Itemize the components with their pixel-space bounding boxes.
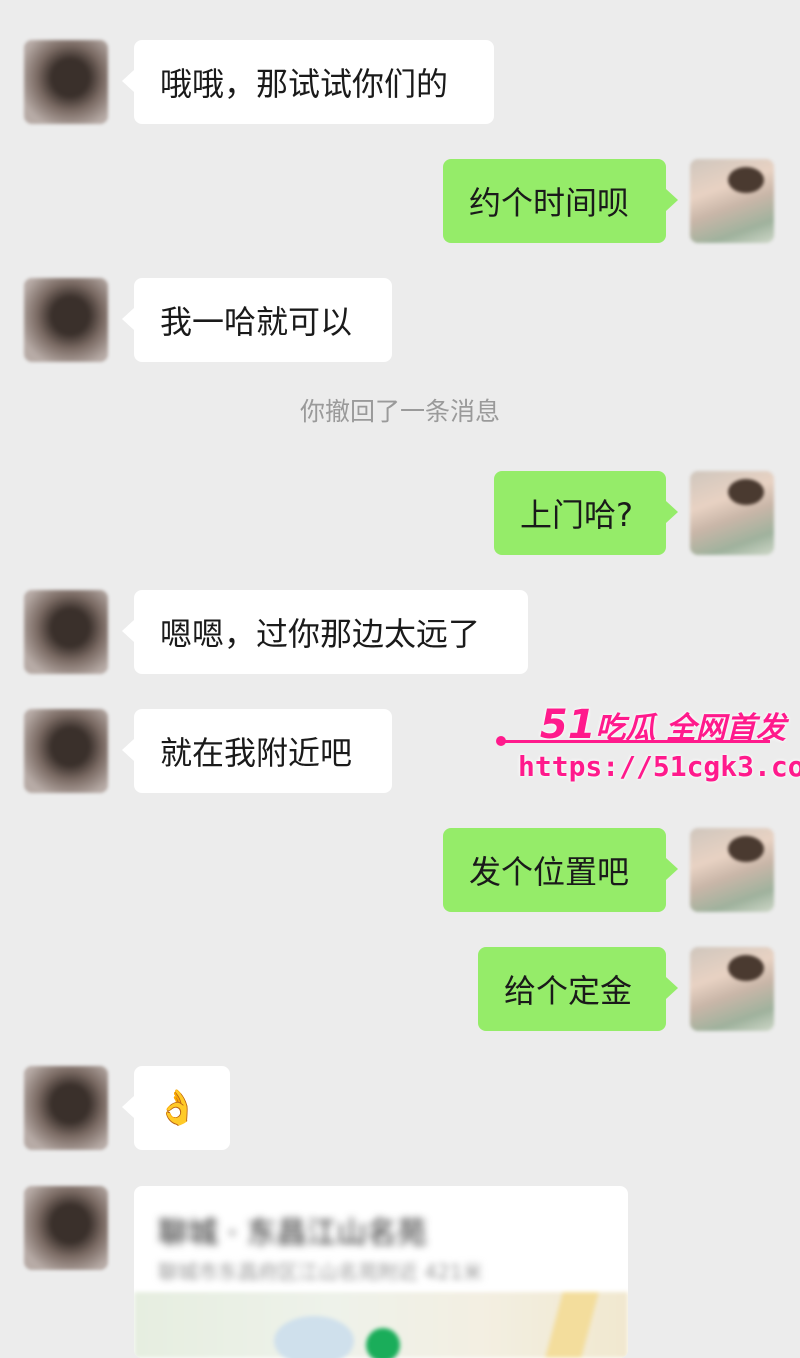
ok-hand-emoji: 👌 <box>156 1088 199 1128</box>
message-text: 嗯嗯，过你那边太远了 <box>160 615 481 653</box>
watermark-url: https://51cgk3.com <box>518 750 800 783</box>
message-bubble-incoming[interactable]: 就在我附近吧 <box>122 709 392 793</box>
contact-avatar[interactable] <box>24 1186 108 1270</box>
message-bubble-outgoing[interactable]: 给个定金 <box>478 947 678 1031</box>
message-text: 就在我附近吧 <box>160 734 353 772</box>
contact-avatar[interactable] <box>24 709 108 793</box>
message-text: 发个位置吧 <box>469 853 630 891</box>
message-bubble-outgoing[interactable]: 发个位置吧 <box>443 828 678 912</box>
my-avatar[interactable] <box>690 471 774 555</box>
message-bubble-incoming[interactable]: 👌 <box>122 1066 230 1150</box>
watermark-divider <box>496 736 770 746</box>
message-bubble-incoming[interactable]: 哦哦，那试试你们的 <box>122 40 494 124</box>
message-bubble-outgoing[interactable]: 上门哈? <box>494 471 678 555</box>
contact-avatar[interactable] <box>24 40 108 124</box>
location-map-preview <box>134 1292 628 1358</box>
location-title: 聊城 · 东昌江山名苑 <box>158 1216 427 1251</box>
message-bubble-outgoing[interactable]: 约个时间呗 <box>443 159 678 243</box>
contact-avatar[interactable] <box>24 1066 108 1150</box>
recall-notice: 你撤回了一条消息 <box>299 397 500 426</box>
message-bubble-incoming[interactable]: 嗯嗯，过你那边太远了 <box>122 590 528 674</box>
message-text: 约个时间呗 <box>469 184 630 222</box>
map-water-area <box>274 1316 354 1358</box>
contact-avatar[interactable] <box>24 590 108 674</box>
message-bubble-incoming[interactable]: 我一哈就可以 <box>122 278 392 362</box>
map-pin-icon <box>366 1328 400 1358</box>
map-road <box>545 1292 599 1358</box>
message-text: 给个定金 <box>504 972 633 1010</box>
my-avatar[interactable] <box>690 947 774 1031</box>
message-text: 我一哈就可以 <box>160 303 353 341</box>
message-text: 哦哦，那试试你们的 <box>160 65 449 103</box>
location-message-card[interactable]: 聊城 · 东昌江山名苑 聊城市东昌府区江山名苑附近 421米 <box>134 1186 628 1358</box>
my-avatar[interactable] <box>690 159 774 243</box>
location-address: 聊城市东昌府区江山名苑附近 421米 <box>158 1260 483 1284</box>
message-text: 上门哈? <box>520 496 633 534</box>
my-avatar[interactable] <box>690 828 774 912</box>
contact-avatar[interactable] <box>24 278 108 362</box>
watermark: 51吃瓜 全网首发 https://51cgk3.com <box>496 702 800 792</box>
